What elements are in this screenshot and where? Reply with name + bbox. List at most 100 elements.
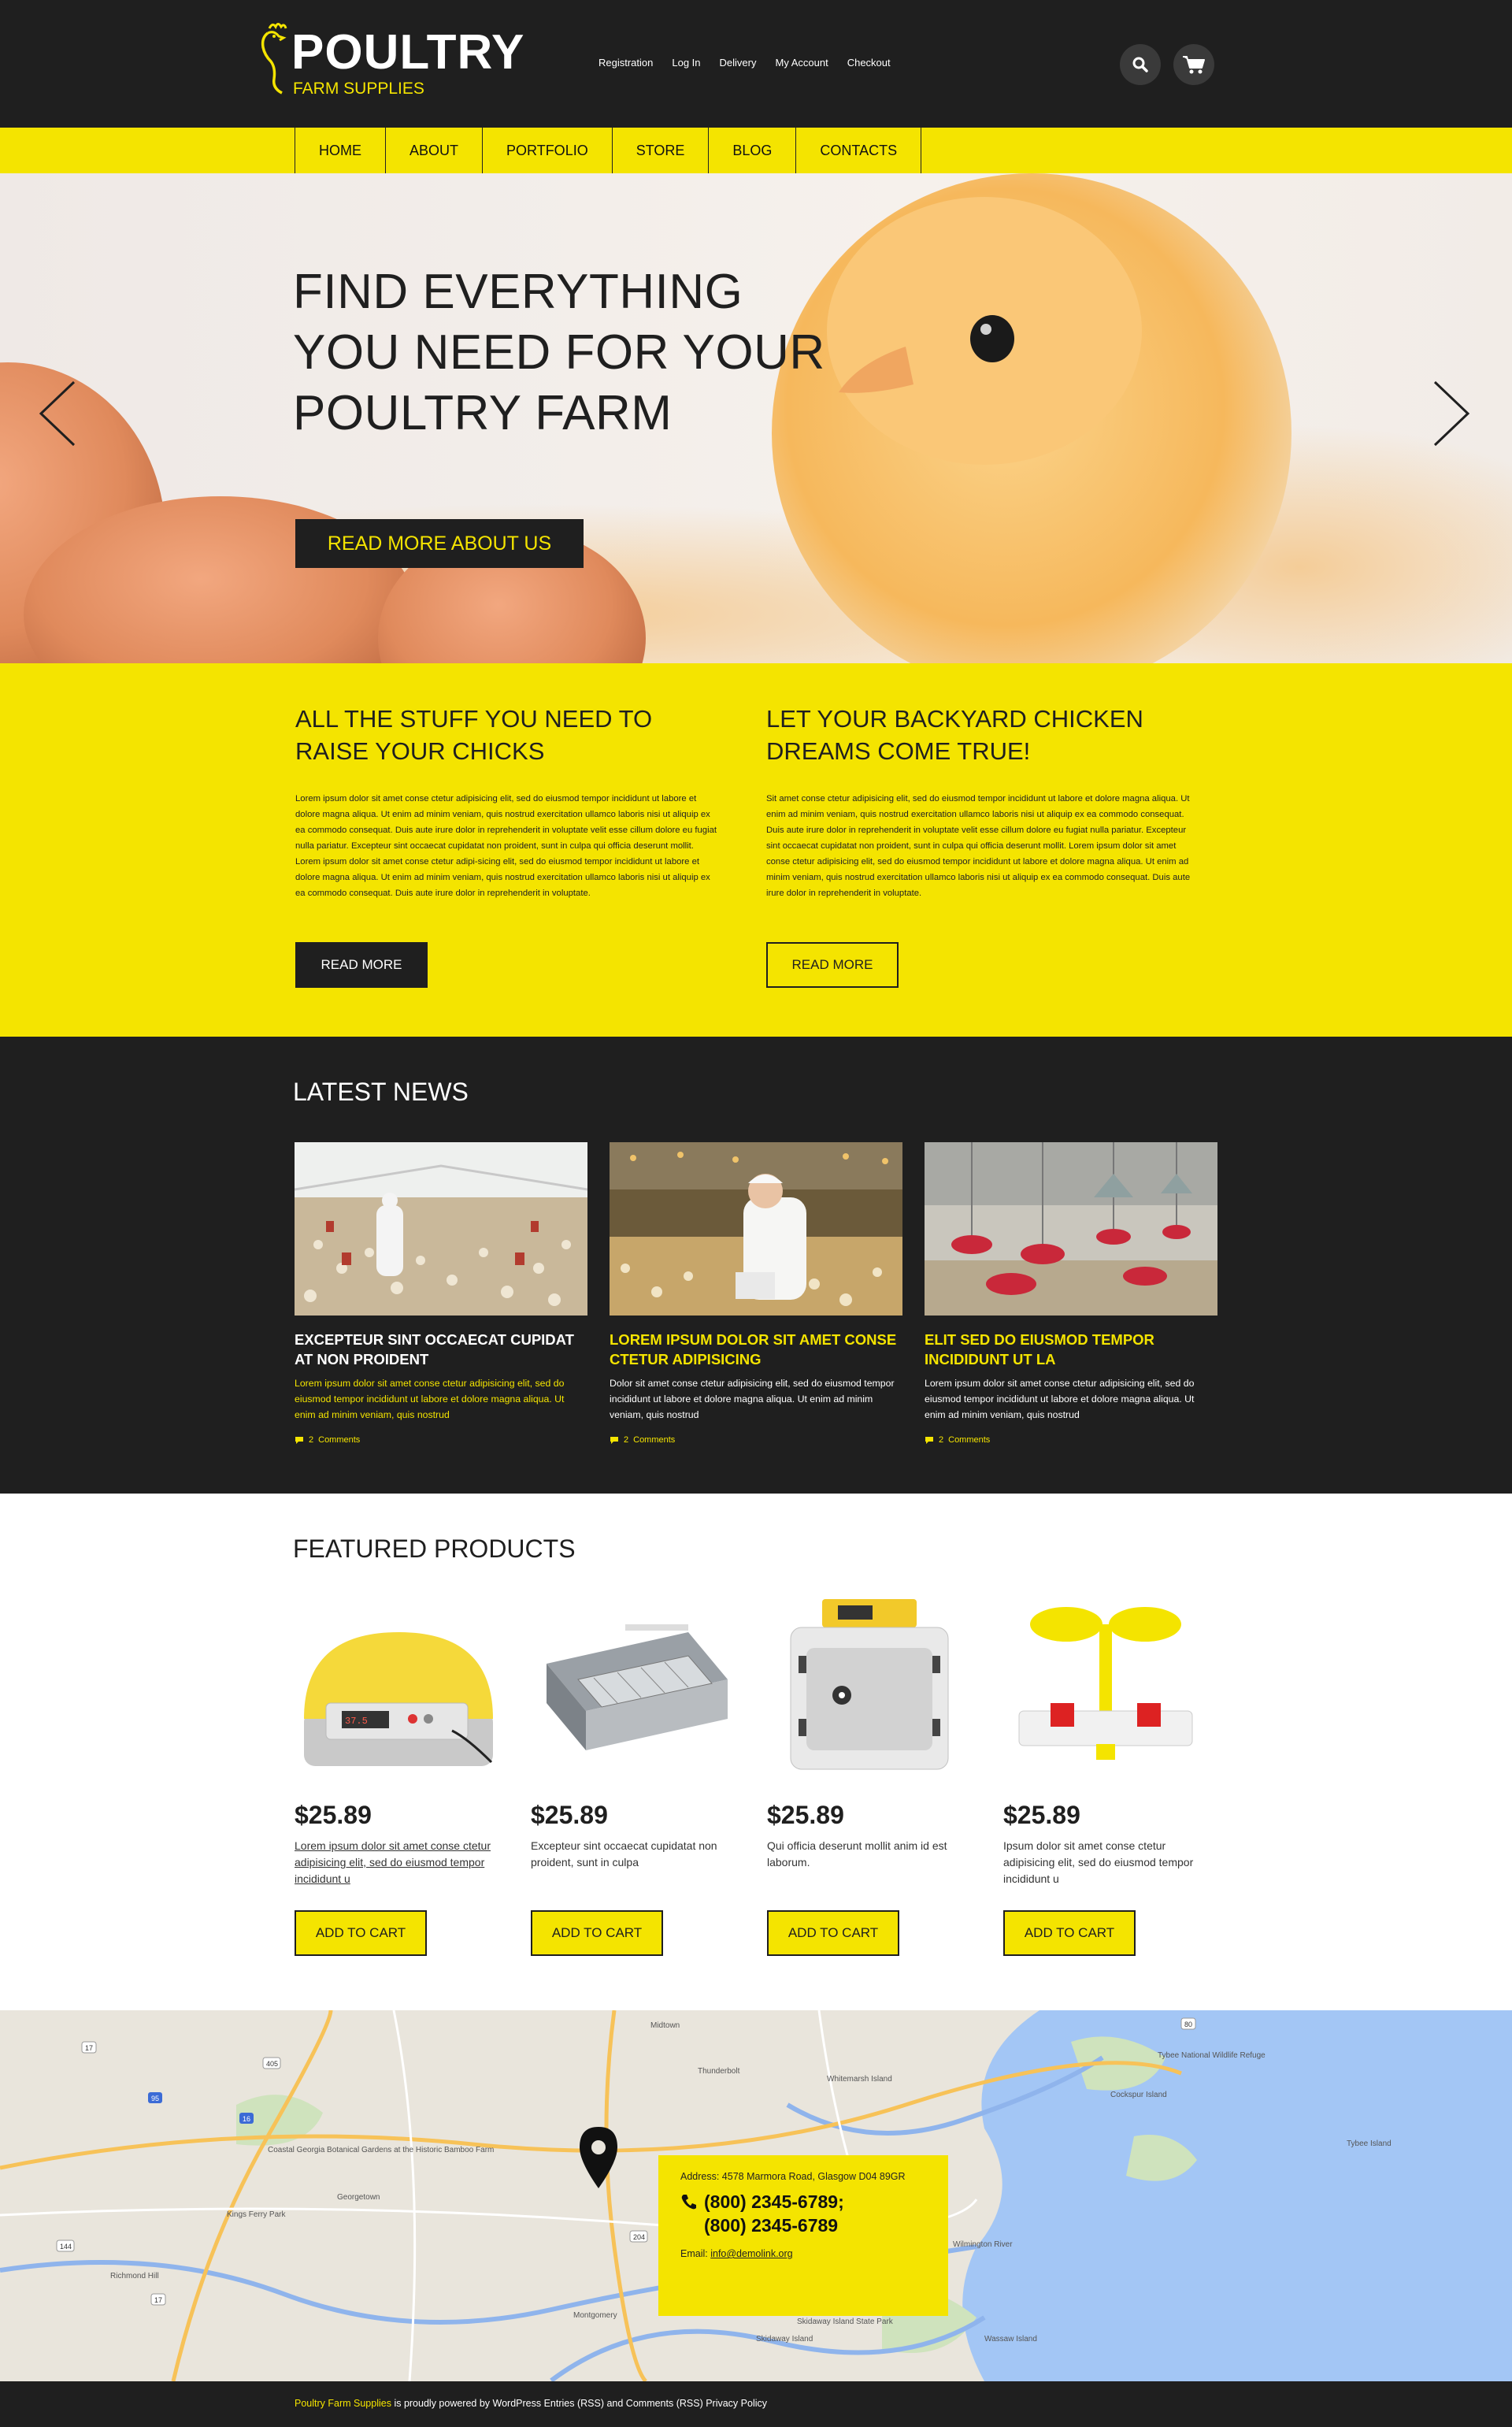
news-image-poultry-house[interactable] bbox=[295, 1142, 587, 1316]
product-description: Ipsum dolor sit amet conse ctetur adipis… bbox=[1003, 1839, 1194, 1885]
map-label: Tybee National Wildlife Refuge bbox=[1158, 2051, 1266, 2060]
intro-heading-line: LET YOUR BACKYARD CHICKEN bbox=[766, 705, 1143, 733]
news-image-feeders[interactable] bbox=[925, 1142, 1217, 1316]
comment-bubble-icon bbox=[610, 1437, 618, 1444]
hero-title-line: POULTRY FARM bbox=[293, 386, 673, 440]
slider-prev-arrow-icon[interactable] bbox=[35, 374, 82, 453]
map-label: Coastal Georgia Botanical Gardens at the… bbox=[268, 2146, 494, 2154]
product-price: $25.89 bbox=[531, 1801, 608, 1829]
products-section-title: FEATURED PRODUCTS bbox=[293, 1535, 576, 1563]
intro-heading: LET YOUR BACKYARD CHICKEN DREAMS COME TR… bbox=[766, 703, 1191, 767]
hero-title-line: YOU NEED FOR YOUR bbox=[293, 325, 825, 380]
map-label: Montgomery bbox=[573, 2311, 617, 2320]
news-section-title: LATEST NEWS bbox=[293, 1078, 469, 1106]
map-label: Tybee Island bbox=[1347, 2139, 1392, 2148]
nav-store[interactable]: STORE bbox=[613, 128, 710, 173]
footer-entries-rss-link[interactable]: Entries (RSS) bbox=[544, 2398, 604, 2409]
hero-title: FIND EVERYTHING YOU NEED FOR YOUR POULTR… bbox=[293, 262, 844, 443]
news-card: EXCEPTEUR SINT OCCAECAT CUPIDAT AT NON P… bbox=[295, 1142, 587, 1445]
product-card: $25.89 Qui officia deserunt mollit anim … bbox=[767, 1593, 972, 1956]
hero-title-line: FIND EVERYTHING bbox=[293, 265, 743, 319]
comments-count: 2 bbox=[624, 1435, 629, 1445]
add-to-cart-button[interactable]: ADD TO CART bbox=[531, 1910, 663, 1956]
news-comments-link[interactable]: 2 Comments bbox=[610, 1435, 902, 1445]
news-comments-link[interactable]: 2 Comments bbox=[925, 1435, 1217, 1445]
top-link-registration[interactable]: Registration bbox=[598, 57, 653, 69]
intro-heading-line: RAISE YOUR CHICKS bbox=[295, 737, 545, 765]
product-description: Qui officia deserunt mollit anim id est … bbox=[767, 1839, 947, 1868]
top-link-login[interactable]: Log In bbox=[672, 57, 700, 69]
road-number: 17 bbox=[85, 2044, 93, 2052]
comments-label: Comments bbox=[948, 1435, 991, 1445]
map-label: Cockspur Island bbox=[1110, 2091, 1167, 2099]
map-label: Skidaway Island State Park bbox=[797, 2318, 894, 2326]
road-number: 144 bbox=[60, 2243, 72, 2251]
product-image-tray-incubator[interactable] bbox=[531, 1593, 736, 1782]
phone-icon bbox=[681, 2195, 696, 2210]
news-excerpt: Dolor sit amet conse ctetur adipisicing … bbox=[610, 1378, 895, 1420]
phone-number[interactable]: (800) 2345-6789; bbox=[704, 2190, 844, 2214]
svg-text:37.5: 37.5 bbox=[345, 1716, 368, 1727]
footer-brand-link[interactable]: Poultry Farm Supplies bbox=[295, 2398, 391, 2409]
product-card: $25.89 Ipsum dolor sit amet conse ctetur… bbox=[1003, 1593, 1208, 1956]
map-label: Georgetown bbox=[337, 2193, 380, 2202]
nav-portfolio[interactable]: PORTFOLIO bbox=[483, 128, 613, 173]
footer-and-text: and bbox=[603, 2398, 626, 2409]
read-more-button[interactable]: READ MORE bbox=[295, 942, 428, 988]
add-to-cart-button[interactable]: ADD TO CART bbox=[1003, 1910, 1136, 1956]
product-description[interactable]: Lorem ipsum dolor sit amet conse ctetur … bbox=[295, 1838, 499, 1890]
product-image-cabinet-incubator[interactable] bbox=[767, 1593, 972, 1782]
intro-heading-line: ALL THE STUFF YOU NEED TO bbox=[295, 705, 653, 733]
intro-column: ALL THE STUFF YOU NEED TO RAISE YOUR CHI… bbox=[295, 703, 721, 901]
road-number: 17 bbox=[154, 2296, 162, 2304]
comments-count: 2 bbox=[309, 1435, 314, 1445]
top-link-checkout[interactable]: Checkout bbox=[847, 57, 891, 69]
news-title[interactable]: ELIT SED DO EIUSMOD TEMPOR INCIDIDUNT UT… bbox=[925, 1330, 1217, 1369]
map-label: Kings Ferry Park bbox=[227, 2210, 286, 2219]
product-card: $25.89 Excepteur sint occaecat cupidatat… bbox=[531, 1593, 736, 1956]
email-row: Email: info@demolink.org bbox=[680, 2248, 926, 2259]
email-label: Email: bbox=[680, 2248, 708, 2259]
slider-next-arrow-icon[interactable] bbox=[1427, 374, 1474, 453]
read-more-button[interactable]: READ MORE bbox=[766, 942, 899, 988]
news-image-scientist[interactable] bbox=[610, 1142, 902, 1316]
email-link[interactable]: info@demolink.org bbox=[710, 2248, 792, 2259]
site-logo[interactable]: POULTRY FARM SUPPLIES bbox=[252, 19, 536, 106]
top-link-delivery[interactable]: Delivery bbox=[720, 57, 757, 69]
product-image-egg-incubator[interactable]: 37.5 bbox=[295, 1593, 499, 1782]
cart-icon bbox=[1183, 56, 1205, 74]
search-button[interactable] bbox=[1120, 44, 1161, 85]
news-title[interactable]: LOREM IPSUM DOLOR SIT AMET CONSE CTETUR … bbox=[610, 1330, 902, 1369]
phone-number[interactable]: (800) 2345-6789 bbox=[704, 2214, 844, 2237]
logo-subtitle: FARM SUPPLIES bbox=[293, 80, 424, 98]
read-more-about-us-button[interactable]: READ MORE ABOUT US bbox=[295, 519, 584, 568]
footer-comments-rss-link[interactable]: Comments (RSS) bbox=[626, 2398, 703, 2409]
news-excerpt: Lorem ipsum dolor sit amet conse ctetur … bbox=[295, 1378, 565, 1420]
road-number: 16 bbox=[243, 2115, 250, 2123]
footer-copyright: Poultry Farm Supplies is proudly powered… bbox=[295, 2398, 767, 2409]
search-icon bbox=[1132, 57, 1148, 72]
map-label: Skidaway Island bbox=[756, 2335, 813, 2344]
news-comments-link[interactable]: 2 Comments bbox=[295, 1435, 587, 1445]
cart-button[interactable] bbox=[1173, 44, 1214, 85]
hero-slider: FIND EVERYTHING YOU NEED FOR YOUR POULTR… bbox=[0, 173, 1512, 663]
map-label: Thunderbolt bbox=[698, 2067, 740, 2076]
site-header: POULTRY FARM SUPPLIES Registration Log I… bbox=[0, 0, 1512, 128]
main-nav: HOME ABOUT PORTFOLIO STORE BLOG CONTACTS bbox=[0, 128, 1512, 173]
intro-text: Sit amet conse ctetur adipisicing elit, … bbox=[766, 794, 1191, 898]
footer-privacy-policy-link[interactable]: Privacy Policy bbox=[703, 2398, 767, 2409]
news-title[interactable]: EXCEPTEUR SINT OCCAECAT CUPIDAT AT NON P… bbox=[295, 1330, 587, 1369]
add-to-cart-button[interactable]: ADD TO CART bbox=[295, 1910, 427, 1956]
nav-blog[interactable]: BLOG bbox=[709, 128, 797, 173]
add-to-cart-button[interactable]: ADD TO CART bbox=[767, 1910, 899, 1956]
comment-bubble-icon bbox=[925, 1437, 933, 1444]
nav-contacts[interactable]: CONTACTS bbox=[796, 128, 922, 173]
news-card: LOREM IPSUM DOLOR SIT AMET CONSE CTETUR … bbox=[610, 1142, 902, 1445]
intro-column: LET YOUR BACKYARD CHICKEN DREAMS COME TR… bbox=[766, 703, 1191, 901]
top-link-my-account[interactable]: My Account bbox=[776, 57, 828, 69]
product-image-nipple-drinker[interactable] bbox=[1003, 1593, 1208, 1782]
location-map[interactable]: Midtown Thunderbolt Whitemarsh Island Ty… bbox=[0, 2010, 1512, 2381]
news-card: ELIT SED DO EIUSMOD TEMPOR INCIDIDUNT UT… bbox=[925, 1142, 1217, 1445]
nav-about[interactable]: ABOUT bbox=[386, 128, 484, 173]
nav-home[interactable]: HOME bbox=[295, 128, 386, 173]
